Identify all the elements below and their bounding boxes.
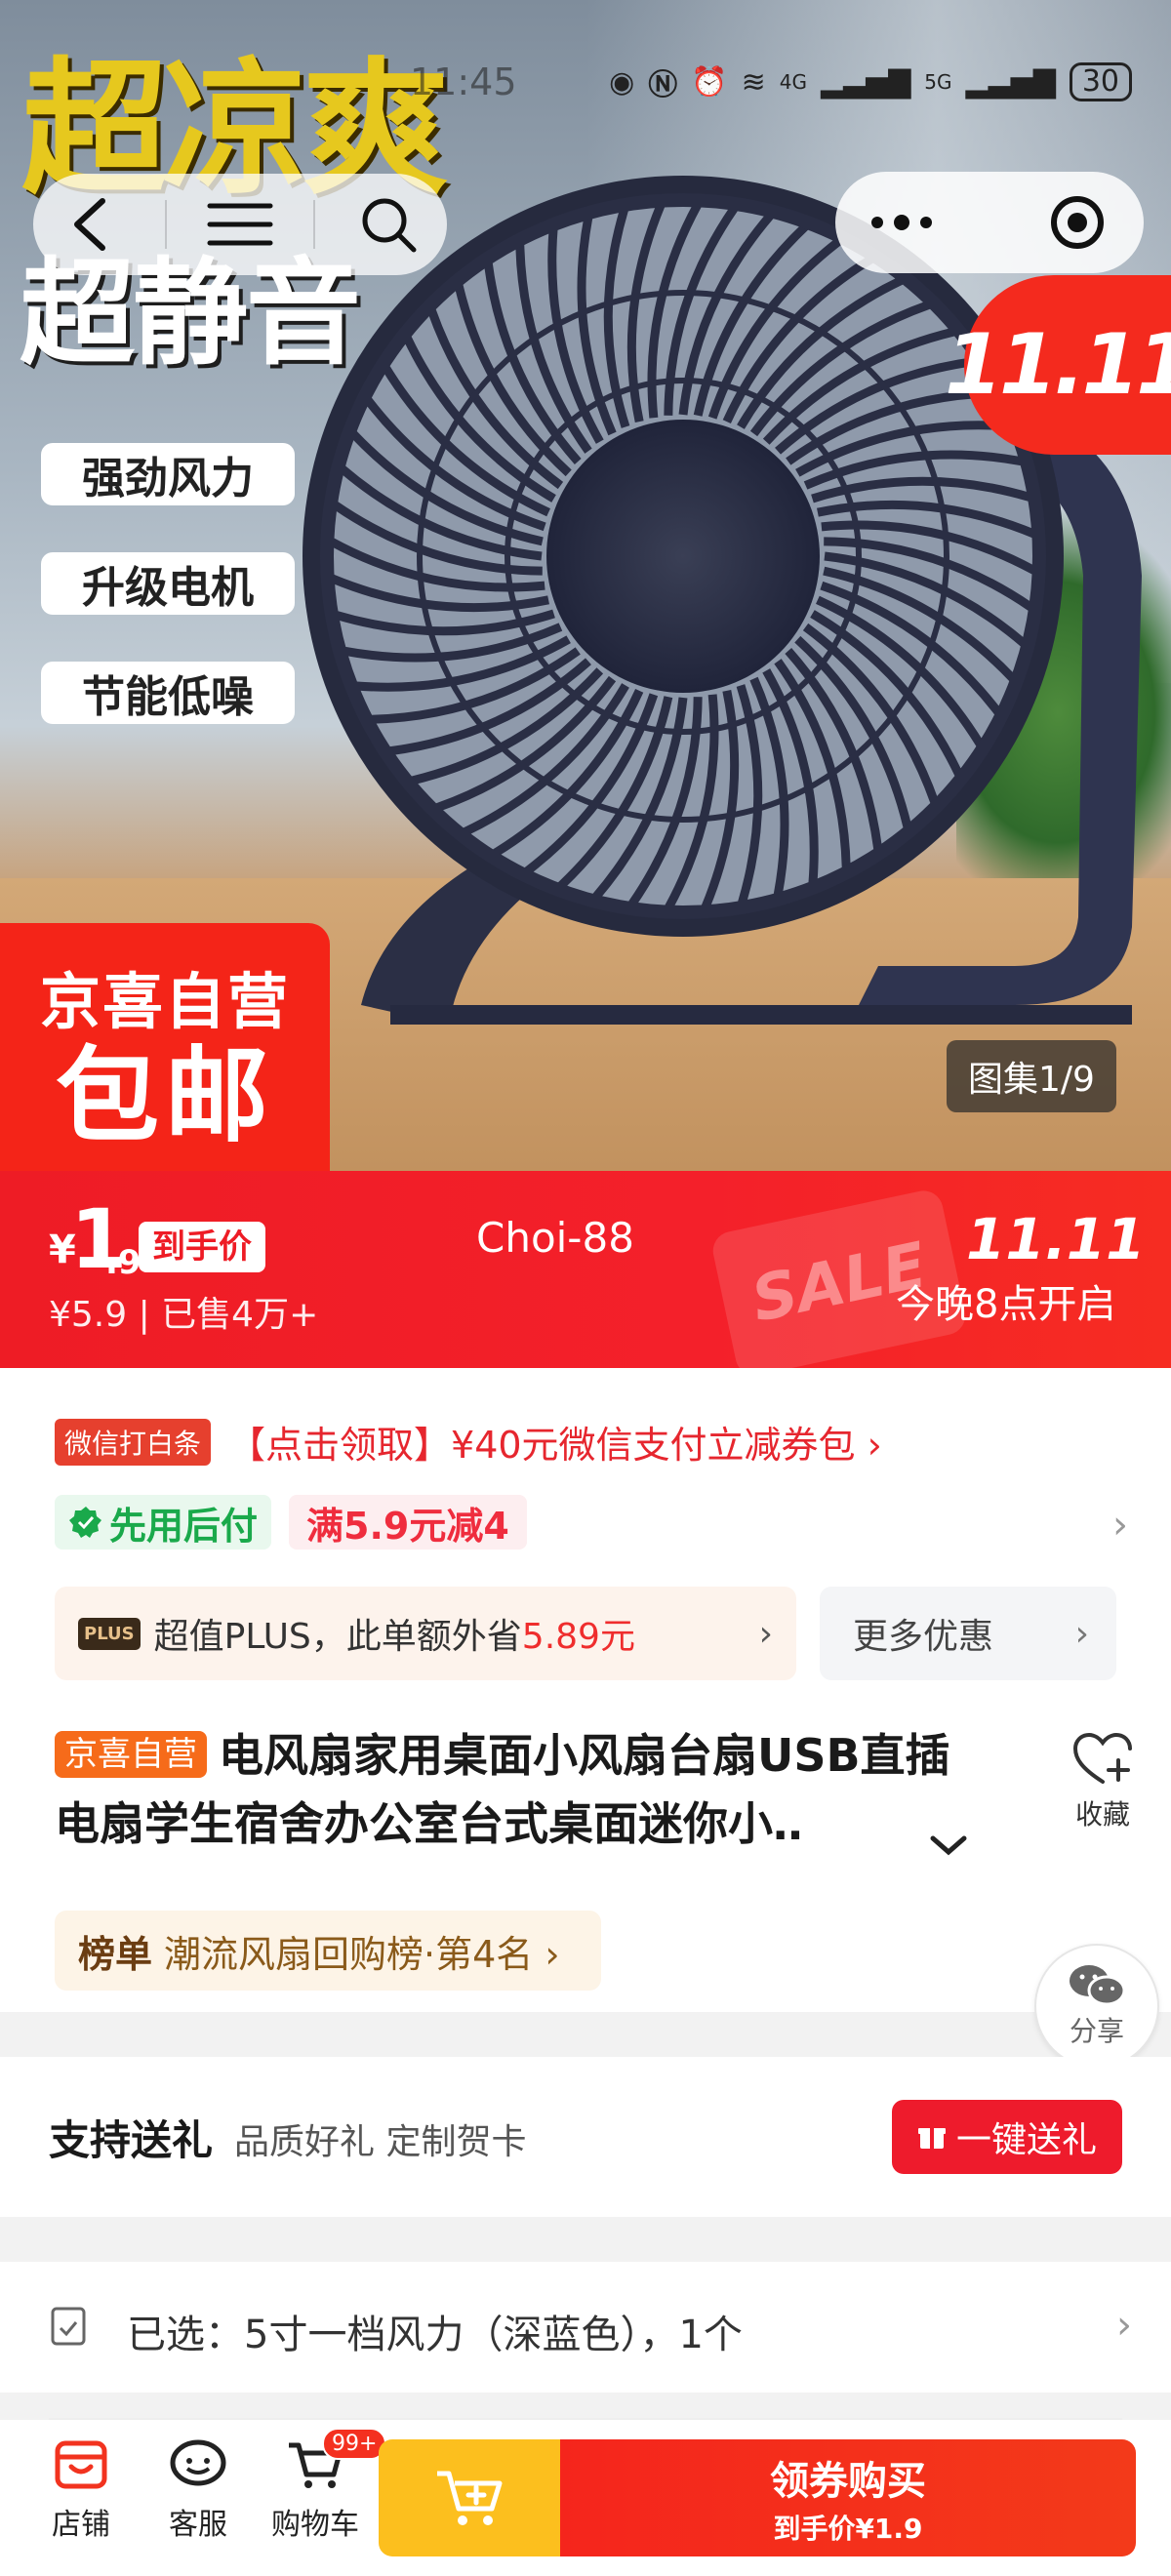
add-to-cart-button[interactable]: [379, 2439, 560, 2556]
buy-sub-label: 到手价¥1.9: [773, 2513, 923, 2545]
original-price-sold: ¥5.9 | 已售4万+: [49, 1295, 319, 1335]
plus-savings-text: 超值PLUS，此单额外省: [153, 1617, 522, 1657]
add-cart-icon: [437, 2471, 503, 2525]
buy-now-pay-later-tag: 先用后付: [55, 1495, 272, 1550]
battery-indicator: 30: [1069, 62, 1132, 101]
store-icon: [55, 2440, 107, 2489]
search-icon: [362, 198, 417, 253]
divider: [165, 200, 167, 249]
chevron-right-icon: ›: [1074, 1613, 1089, 1654]
ranking-label: 榜单: [78, 1932, 153, 1976]
bnpl-label: 先用后付: [109, 1504, 259, 1548]
gallery-counter[interactable]: 图集1/9: [947, 1040, 1116, 1112]
eleven-eleven-badge: 11.11: [945, 275, 1171, 455]
mini-program-capsule: [835, 172, 1144, 273]
gift-title: 支持送礼: [49, 2116, 214, 2164]
badge-self-operated: 京喜自营: [39, 966, 290, 1037]
more-offers-label: 更多优惠: [853, 1617, 994, 1657]
chat-face-icon: [170, 2439, 226, 2486]
status-time: 11:45: [410, 60, 517, 103]
feature-pill: 节能低噪: [41, 662, 295, 724]
discount-coupon-tag: 满5.9元减4: [289, 1495, 527, 1550]
feature-pill: 强劲风力: [41, 443, 295, 505]
service-tab[interactable]: 客服: [144, 2437, 252, 2543]
gift-subtitle: 品质好礼 定制贺卡: [234, 2122, 527, 2162]
free-shipping-badge: 京喜自营 包邮: [0, 923, 330, 1171]
badge-free-shipping: 包邮: [56, 1036, 274, 1156]
menu-button[interactable]: [196, 181, 284, 268]
wechat-icon: [1070, 1965, 1126, 2006]
more-button[interactable]: [858, 179, 946, 266]
nfc-icon: Ⓝ: [648, 68, 678, 102]
ranking-text: 潮流风扇回购榜·第4名 ›: [164, 1932, 560, 1976]
ranking-box[interactable]: 榜单 潮流风扇回购榜·第4名 ›: [55, 1911, 601, 1991]
share-label: 分享: [1069, 2015, 1124, 2047]
self-operated-tag: 京喜自营: [55, 1731, 207, 1778]
signal-icon: ▂▃▅▇: [965, 64, 1056, 100]
target-icon: [1051, 196, 1105, 249]
product-info-card: 微信打白条 【点击领取】¥40元微信支付立减券包 › 先用后付 满5.9元减4 …: [0, 1368, 1171, 2012]
final-price-tag: 到手价: [139, 1222, 265, 1272]
store-tab[interactable]: 店铺: [27, 2437, 135, 2543]
menu-icon: [207, 203, 273, 246]
service-label: 客服: [169, 2508, 227, 2542]
plus-savings-amount: 5.89元: [521, 1617, 635, 1657]
store-label: 店铺: [52, 2508, 110, 2542]
gift-icon: [917, 2128, 946, 2149]
back-button[interactable]: [48, 181, 136, 268]
chevron-down-icon: [930, 1835, 967, 1856]
send-gift-label: 一键送礼: [955, 2120, 1097, 2160]
signal-icon: ▂▃▅▇: [820, 64, 911, 100]
wechat-coupon-row[interactable]: 微信打白条 【点击领取】¥40元微信支付立减券包 ›: [55, 1415, 882, 1469]
status-bar-icons: ◉ Ⓝ ⏰ ≋ 4G ▂▃▅▇ 5G ▂▃▅▇ 30: [609, 60, 1132, 103]
cart-label: 购物车: [271, 2508, 359, 2542]
price-decimal: .9: [105, 1243, 141, 1282]
spec-icon: [51, 2307, 86, 2346]
cart-tab[interactable]: 99+ 购物车: [262, 2428, 387, 2543]
signal-label-2: 5G: [924, 70, 952, 94]
cart-count-badge: 99+: [322, 2428, 387, 2460]
product-image-carousel[interactable]: 超凉爽 超静音 强劲风力 升级电机 节能低噪 11:45 ◉ Ⓝ ⏰ ≋ 4G …: [0, 0, 1171, 1171]
wechat-credit-tag: 微信打白条: [55, 1418, 212, 1466]
more-offers-button[interactable]: 更多优惠 ›: [820, 1587, 1116, 1680]
alarm-icon: ⏰: [691, 64, 728, 100]
bottom-action-bar: 店铺 客服 99+ 购物车 领券购买 到手价¥1.9: [0, 2420, 1171, 2576]
claim-coupon-buy-button[interactable]: 领券购买 到手价¥1.9: [560, 2439, 1136, 2556]
favorite-button[interactable]: 收藏: [1054, 1731, 1151, 1832]
product-title: 京喜自营 电风扇家用桌面小风扇台扇USB直插电扇学生宿舍办公室台式桌面迷你小‥: [55, 1721, 991, 1858]
eye-icon: ◉: [609, 64, 635, 100]
buy-main-label: 领券购买: [770, 2459, 926, 2504]
promotion-row[interactable]: 先用后付 满5.9元减4 ›: [55, 1495, 1128, 1550]
plus-savings-box[interactable]: PLUS 超值PLUS，此单额外省 5.89元 ›: [55, 1587, 796, 1680]
expand-title-button[interactable]: [929, 1823, 968, 1868]
badge-check-icon: [69, 1507, 101, 1538]
feature-pill: 升级电机: [41, 552, 295, 615]
nav-capsule: [33, 174, 447, 275]
chevron-right-icon: ›: [758, 1613, 773, 1654]
chevron-right-icon: ›: [1116, 2303, 1132, 2348]
shop-code: Choi-88: [476, 1214, 634, 1262]
selected-spec-text: 已选：5寸一档风力（深蓝色），1个: [127, 2313, 743, 2357]
gift-section: 支持送礼 品质好礼 定制贺卡 一键送礼: [0, 2057, 1171, 2217]
send-gift-button[interactable]: 一键送礼: [892, 2100, 1122, 2174]
divider: [313, 200, 315, 249]
chevron-right-icon: ›: [1112, 1503, 1128, 1548]
favorite-label: 收藏: [1074, 1798, 1130, 1831]
close-miniprogram-button[interactable]: [1033, 179, 1121, 266]
plus-logo-icon: PLUS: [78, 1617, 141, 1650]
heart-plus-icon: [1072, 1732, 1132, 1784]
wifi-icon: ≋: [741, 64, 766, 100]
signal-label: 4G: [779, 70, 807, 94]
selected-spec-row[interactable]: 已选：5寸一档风力（深蓝色），1个 ›: [0, 2262, 1171, 2393]
chevron-left-icon: [74, 198, 105, 251]
price-banner: ¥ 1 .9 到手价 ¥5.9 | 已售4万+ Choi-88 SALE 11.…: [0, 1171, 1171, 1368]
search-button[interactable]: [344, 181, 432, 268]
wechat-coupon-text: 【点击领取】¥40元微信支付立减券包 ›: [228, 1424, 882, 1467]
event-logo: 11.11: [966, 1206, 1146, 1272]
more-dots-icon: [870, 215, 932, 230]
share-button[interactable]: 分享: [1034, 1944, 1159, 2069]
event-start-text: 今晚8点开启: [896, 1282, 1116, 1327]
